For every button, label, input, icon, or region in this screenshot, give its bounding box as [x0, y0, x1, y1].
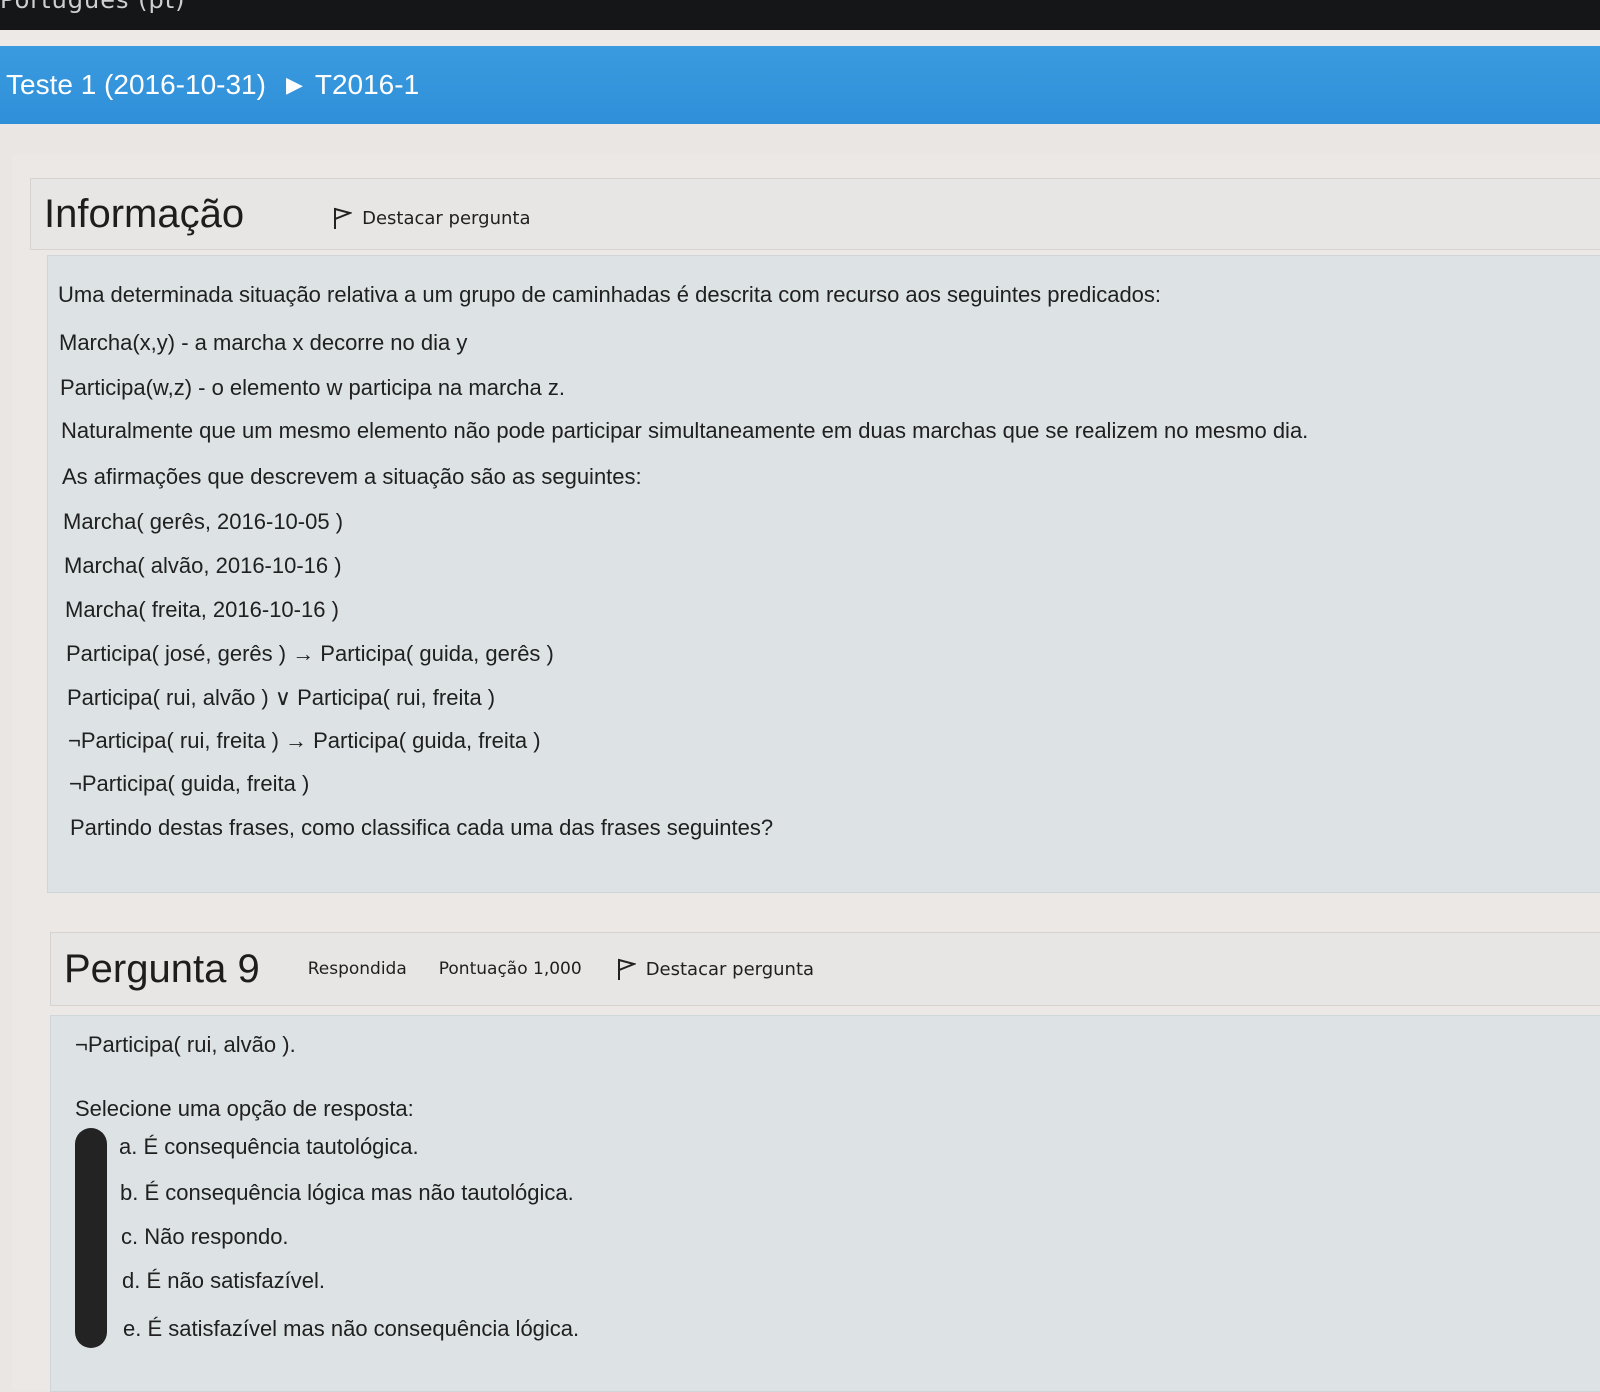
info-line: Marcha( alvão, 2016-10-16 ): [64, 553, 342, 578]
info-line: Partindo destas frases, como classifica …: [70, 815, 774, 840]
question-status: Respondida: [307, 959, 407, 979]
breadcrumb-item-test[interactable]: Teste 1 (2016-10-31): [6, 69, 266, 101]
breadcrumb: Teste 1 (2016-10-31) ▶ T2016-1: [0, 46, 1600, 124]
header-gap: [0, 30, 1600, 46]
answer-option-e[interactable]: e. É satisfazível mas não consequência l…: [123, 1316, 579, 1342]
redaction-mark: [75, 1128, 107, 1348]
question-prompt: Selecione uma opção de resposta:: [75, 1096, 414, 1121]
top-strip: Português (pt): [0, 0, 1600, 30]
question-title: Pergunta 9: [64, 946, 260, 991]
question-header: Pergunta 9 Respondida Pontuação 1,000 De…: [50, 932, 1600, 1006]
question-flag-button[interactable]: Destacar pergunta: [616, 957, 814, 981]
breadcrumb-item-course[interactable]: T2016-1: [315, 69, 419, 101]
info-line: Uma determinada situação relativa a um g…: [58, 282, 1162, 307]
question-statement: ¬Participa( rui, alvão ).: [75, 1032, 296, 1057]
breadcrumb-separator-icon: ▶: [285, 72, 303, 97]
flag-icon: [332, 206, 353, 230]
info-line: ¬Participa( guida, freita ): [69, 771, 310, 796]
info-header: Informação Destacar pergunta: [30, 178, 1600, 250]
info-line: Marcha( gerês, 2016-10-05 ): [63, 509, 344, 534]
info-flag-button[interactable]: Destacar pergunta: [332, 206, 530, 230]
answer-option-a[interactable]: a. É consequência tautológica.: [119, 1134, 419, 1160]
info-line: Participa(w,z) - o elemento w participa …: [60, 375, 565, 400]
info-title: Informação: [44, 191, 245, 236]
info-flag-label: Destacar pergunta: [362, 207, 531, 229]
question-score: Pontuação 1,000: [438, 959, 582, 979]
answer-option-d[interactable]: d. É não satisfazível.: [122, 1268, 325, 1294]
flag-icon: [616, 957, 636, 981]
info-line: As afirmações que descrevem a situação s…: [62, 464, 642, 489]
info-line: Naturalmente que um mesmo elemento não p…: [61, 418, 1309, 443]
info-line: Marcha(x,y) - a marcha x decorre no dia …: [59, 330, 468, 355]
answer-option-b[interactable]: b. É consequência lógica mas não tautoló…: [120, 1180, 574, 1206]
language-menu[interactable]: Português (pt): [0, 0, 186, 14]
info-line: Participa( rui, alvão ) ∨ Participa( rui…: [67, 685, 496, 710]
question-flag-label: Destacar pergunta: [645, 958, 815, 980]
answer-option-c[interactable]: c. Não respondo.: [121, 1224, 289, 1250]
info-line: ¬Participa( rui, freita ) → Participa( g…: [68, 728, 541, 753]
info-line: Participa( josé, gerês ) → Participa( gu…: [66, 641, 554, 666]
info-line: Marcha( freita, 2016-10-16 ): [65, 597, 339, 622]
